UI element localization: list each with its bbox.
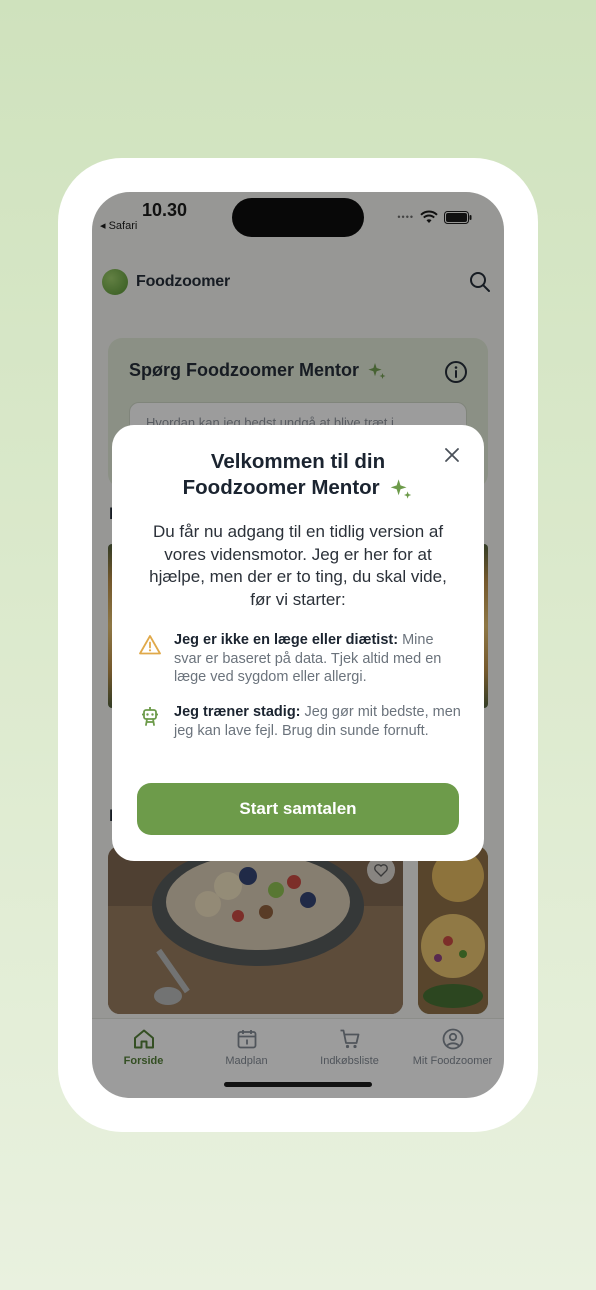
note-text: Jeg er ikke en læge eller diætist: Mine … (174, 631, 462, 687)
modal-title-line2: Foodzoomer Mentor (182, 476, 380, 499)
sparkle-icon (391, 478, 412, 499)
note-bold: Jeg træner stadig: (174, 704, 301, 720)
note-still-training: Jeg træner stadig: Jeg gør mit bedste, m… (138, 703, 462, 740)
modal-title: Velkommen til din Foodzoomer Mentor (132, 449, 464, 501)
note-bold: Jeg er ikke en læge eller diætist: (174, 632, 399, 648)
modal-title-line1: Velkommen til din (210, 450, 386, 473)
warning-icon (139, 635, 161, 655)
note-medical-disclaimer: Jeg er ikke en læge eller diætist: Mine … (138, 631, 462, 687)
modal-title-line2-row: Foodzoomer Mentor (132, 475, 464, 501)
robot-icon (142, 707, 158, 726)
welcome-modal: Velkommen til din Foodzoomer Mentor Du f… (112, 425, 484, 861)
modal-intro-text: Du får nu adgang til en tidlig version a… (149, 522, 447, 609)
note-text: Jeg træner stadig: Jeg gør mit bedste, m… (174, 703, 462, 740)
phone-screen: 10.30 ◂ Safari •••• Foodzoomer Spørg Foo… (92, 192, 504, 1098)
start-conversation-button[interactable]: Start samtalen (137, 783, 459, 835)
